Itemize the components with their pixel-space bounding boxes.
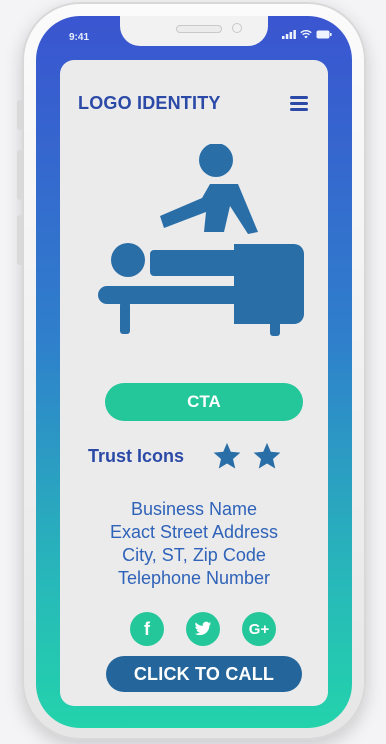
click-to-call-button[interactable]: CLICK TO CALL <box>106 656 302 692</box>
table-leg <box>120 302 130 334</box>
patient-body <box>150 250 238 276</box>
phone-side-button <box>17 100 23 130</box>
therapist-head <box>199 144 233 177</box>
massage-therapy-icon <box>98 144 304 336</box>
logo-identity: LOGO IDENTITY <box>78 93 221 113</box>
telephone-number[interactable]: Telephone Number <box>60 567 328 590</box>
status-time: 9:41 <box>69 32 90 43</box>
trust-stars <box>212 441 282 471</box>
business-name: Business Name <box>130 499 258 519</box>
speaker-grille <box>176 25 222 33</box>
therapist-lower-body <box>234 244 304 324</box>
wifi-icon <box>300 30 312 39</box>
therapist-body <box>160 184 258 234</box>
twitter-icon[interactable] <box>186 612 220 646</box>
trust-icons-label: Trust Icons <box>88 445 185 466</box>
front-camera <box>232 23 242 33</box>
facebook-icon[interactable]: f <box>130 612 164 646</box>
business-info: Business Name Exact Street Address City,… <box>60 498 328 590</box>
phone-volume-up <box>17 150 23 200</box>
phone-notch <box>120 16 268 46</box>
google-plus-icon[interactable]: G+ <box>242 612 276 646</box>
trust-row: Trust Icons <box>88 436 318 476</box>
cta-button[interactable]: CTA <box>105 383 303 421</box>
signal-icon <box>282 30 296 39</box>
table-top <box>98 286 244 304</box>
patient-head <box>111 243 145 277</box>
city-state-zip: City, ST, Zip Code <box>122 545 266 565</box>
street-address: Exact Street Address <box>109 522 279 542</box>
status-icons <box>282 30 332 39</box>
app-content: LOGO IDENTITY CTA Trust Icons Business N… <box>60 60 328 706</box>
hamburger-menu-icon[interactable] <box>290 96 308 111</box>
star-icon <box>253 442 281 469</box>
phone-volume-down <box>17 215 23 265</box>
phone-screen: 9:41 LOGO IDENTITY CTA Trust Icons Busin… <box>36 16 352 728</box>
star-icon <box>213 442 241 469</box>
therapist-leg <box>270 320 280 336</box>
battery-icon <box>316 30 332 39</box>
social-links: f G+ <box>130 612 276 646</box>
